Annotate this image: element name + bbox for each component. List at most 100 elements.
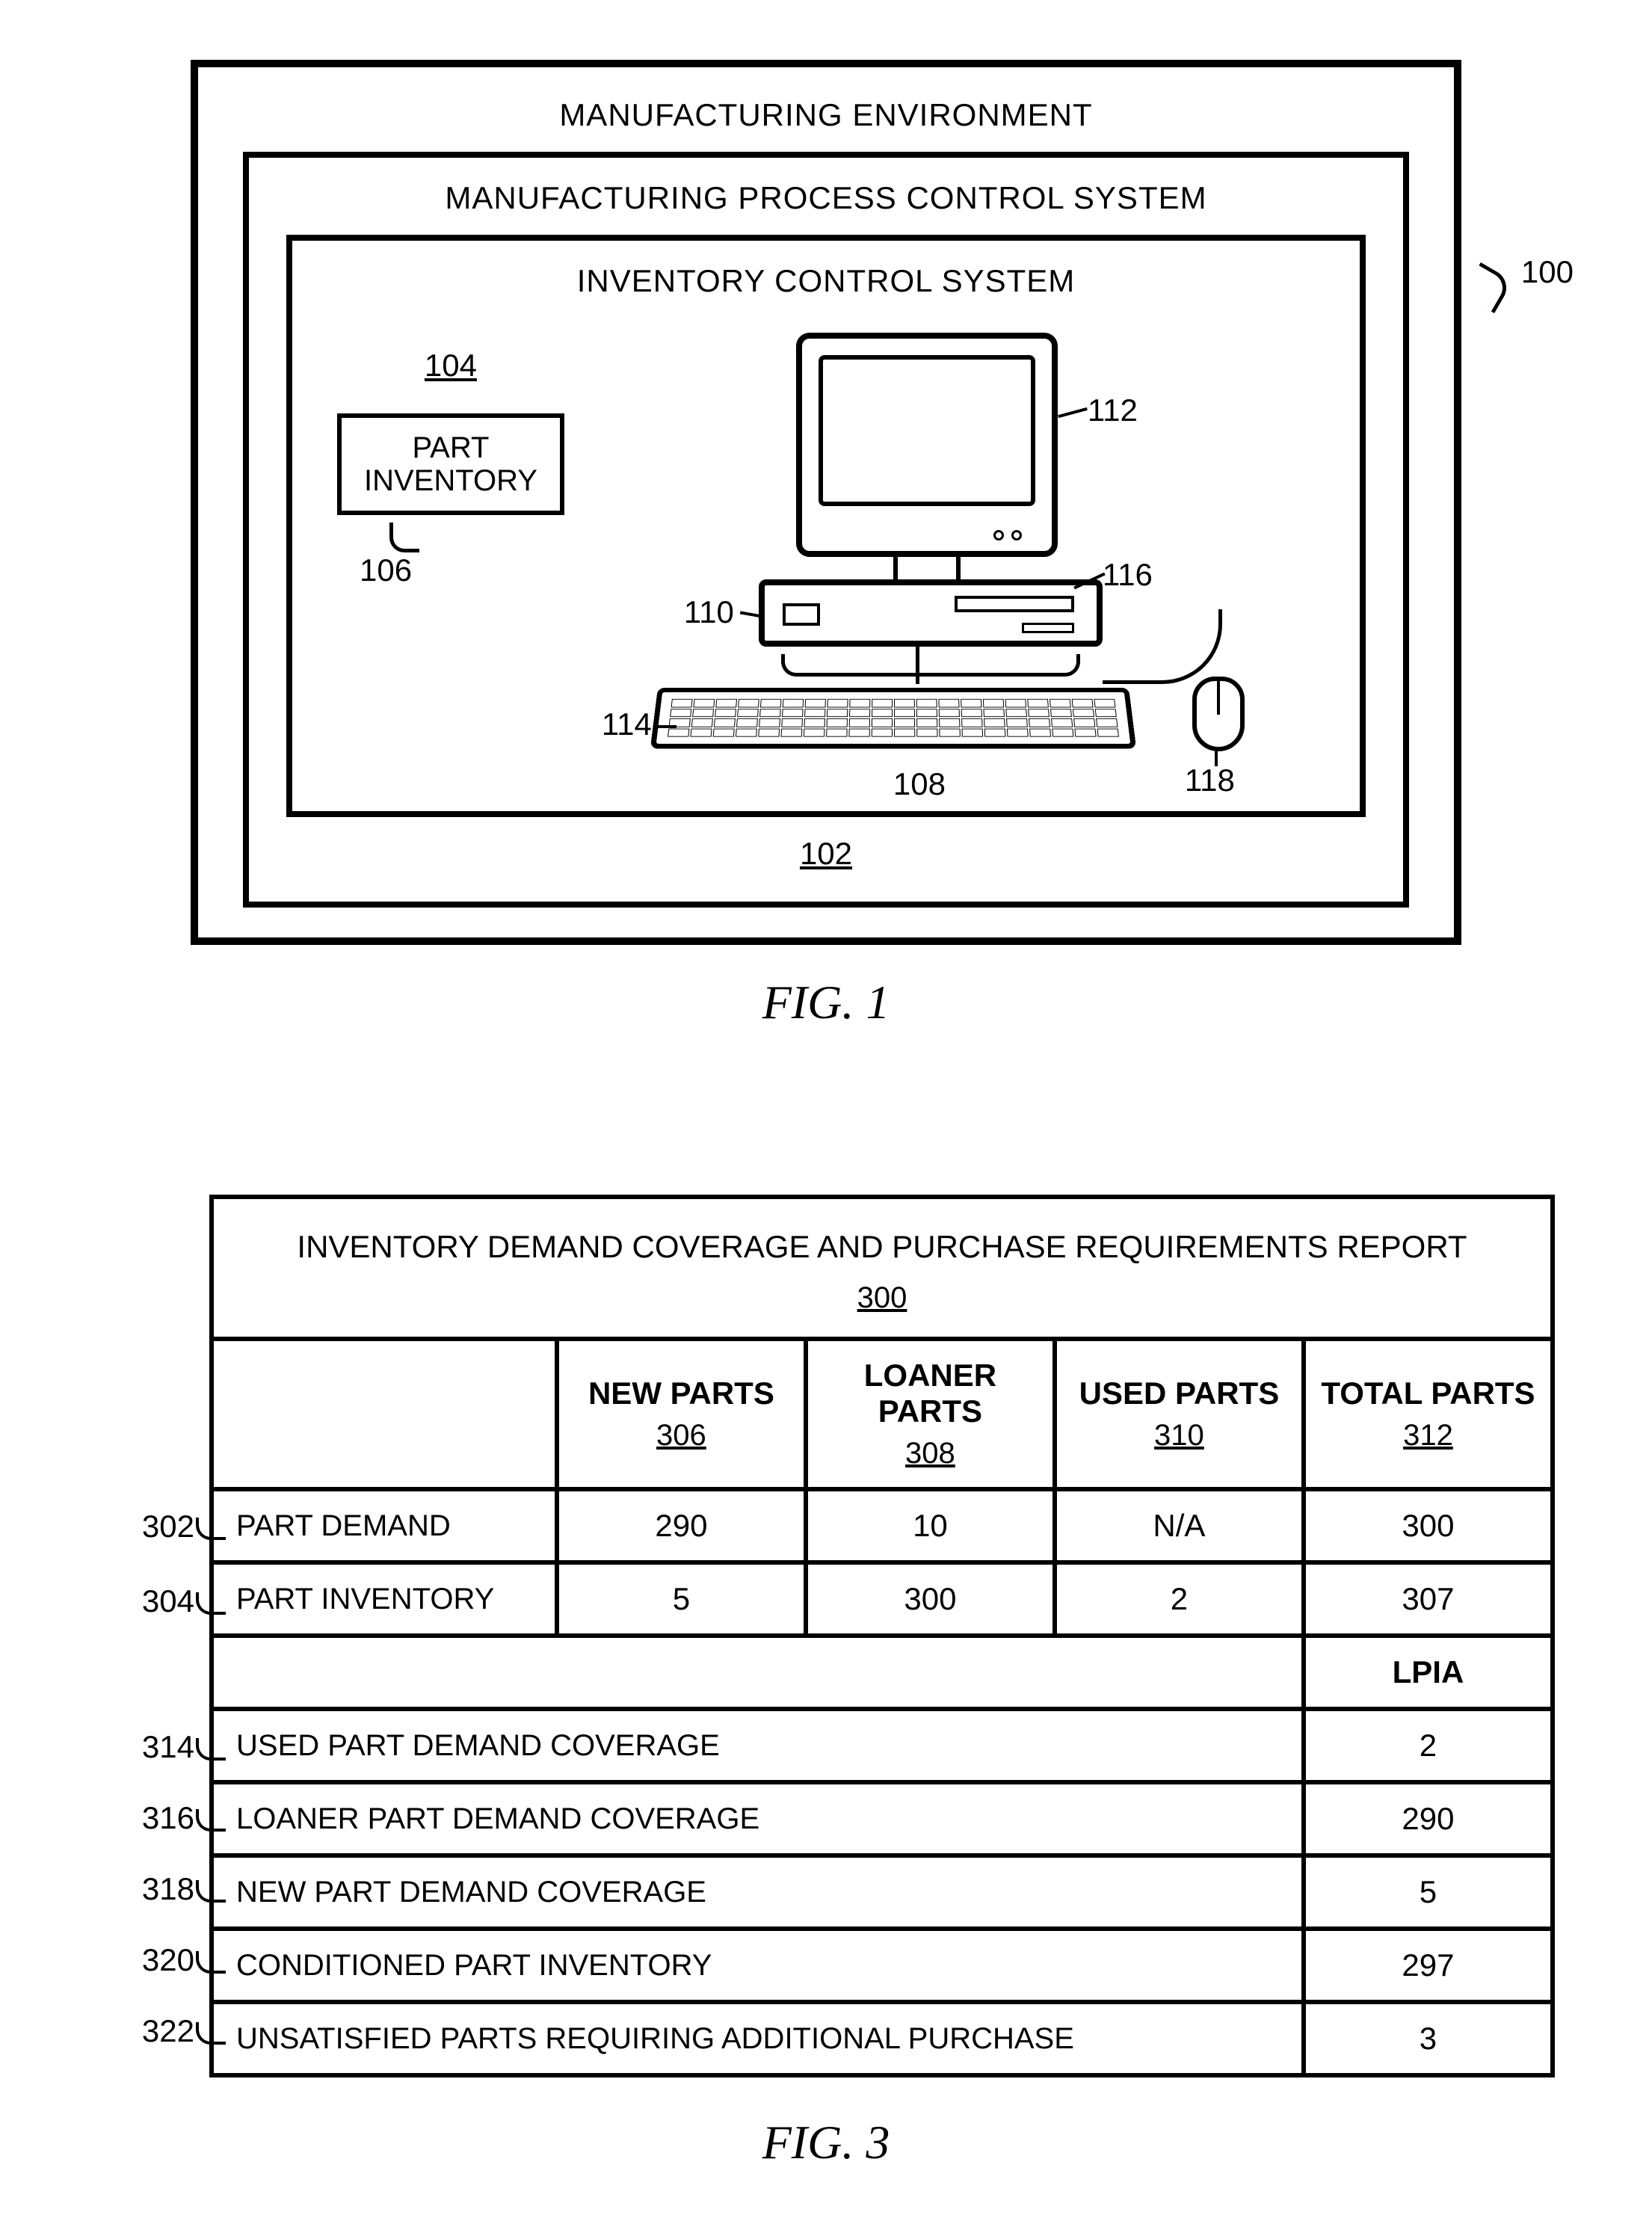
leader-114 xyxy=(654,725,676,728)
figure-3-caption: FIG. 3 xyxy=(97,2115,1555,2170)
ref-100: 100 xyxy=(1521,254,1574,290)
ref-308: 308 xyxy=(823,1437,1038,1470)
figure-1-caption: FIG. 1 xyxy=(191,975,1461,1030)
mouse-icon xyxy=(1192,677,1245,751)
leader-112 xyxy=(1058,407,1088,418)
col-used-parts: USED PARTS 310 xyxy=(1055,1339,1304,1489)
row-inventory-label: PART INVENTORY xyxy=(212,1562,557,1636)
monitor-icon xyxy=(796,333,1058,557)
title-row: INVENTORY DEMAND COVERAGE AND PURCHASE R… xyxy=(212,1197,1553,1339)
lpia-value-4: 3 xyxy=(1304,2002,1553,2075)
monitor-stand xyxy=(893,557,961,579)
ref-110: 110 xyxy=(684,594,734,630)
col-used-label: USED PARTS xyxy=(1079,1376,1280,1411)
ref-312: 312 xyxy=(1321,1419,1535,1453)
ref-114: 114 xyxy=(602,706,652,742)
ref-304: 304 xyxy=(142,1583,194,1618)
leader-320 xyxy=(196,1951,226,1974)
leader-318 xyxy=(196,1880,226,1903)
manufacturing-process-control-system-box: MANUFACTURING PROCESS CONTROL SYSTEM INV… xyxy=(243,152,1409,908)
ref-306: 306 xyxy=(574,1419,789,1453)
figure-3: INVENTORY DEMAND COVERAGE AND PURCHASE R… xyxy=(97,1195,1555,2170)
lpia-row-2: NEW PART DEMAND COVERAGE 5 xyxy=(212,1855,1553,1929)
ref-314: 314 xyxy=(142,1729,194,1764)
ics-title: INVENTORY CONTROL SYSTEM xyxy=(322,263,1330,299)
row-demand-label: PART DEMAND xyxy=(212,1489,557,1562)
computer-tower-icon xyxy=(759,579,1103,647)
ref-318: 318 xyxy=(142,1871,194,1906)
leader-302 xyxy=(196,1518,226,1540)
row-part-demand: PART DEMAND 290 10 N/A 300 xyxy=(212,1489,1553,1562)
computer-underbrace xyxy=(781,654,1080,677)
row-lpia-header: LPIA xyxy=(212,1636,1553,1709)
ref-106: 106 xyxy=(360,552,412,588)
lpia-row-3: CONDITIONED PART INVENTORY 297 xyxy=(212,1929,1553,2002)
inventory-used: 2 xyxy=(1055,1562,1304,1636)
ref-102: 102 xyxy=(286,836,1366,872)
lpia-row-0: USED PART DEMAND COVERAGE 2 xyxy=(212,1709,1553,1782)
manufacturing-environment-title: MANUFACTURING ENVIRONMENT xyxy=(243,97,1409,133)
inventory-report-table: INVENTORY DEMAND COVERAGE AND PURCHASE R… xyxy=(209,1195,1555,2077)
ref-310: 310 xyxy=(1072,1419,1286,1453)
demand-loaner: 10 xyxy=(806,1489,1055,1562)
leader-314 xyxy=(196,1738,226,1761)
mpcs-title: MANUFACTURING PROCESS CONTROL SYSTEM xyxy=(286,180,1366,216)
lpia-value-2: 5 xyxy=(1304,1855,1553,1929)
ref-322: 322 xyxy=(142,2013,194,2048)
lpia-row-1: LOANER PART DEMAND COVERAGE 290 xyxy=(212,1782,1553,1855)
inventory-total: 307 xyxy=(1304,1562,1553,1636)
inventory-new: 5 xyxy=(557,1562,806,1636)
blank-header xyxy=(212,1339,557,1489)
fig3-table-area: INVENTORY DEMAND COVERAGE AND PURCHASE R… xyxy=(209,1195,1555,2077)
ref-300: 300 xyxy=(857,1281,907,1314)
inventory-loaner: 300 xyxy=(806,1562,1055,1636)
part-inventory-line2: INVENTORY xyxy=(364,464,537,497)
lpia-label-1: LOANER PART DEMAND COVERAGE xyxy=(212,1782,1304,1855)
inventory-control-system-box: INVENTORY CONTROL SYSTEM 104 PART INVENT… xyxy=(286,235,1366,817)
ref-320: 320 xyxy=(142,1942,194,1977)
col-loaner-parts: LOANER PARTS 308 xyxy=(806,1339,1055,1489)
lpia-value-3: 297 xyxy=(1304,1929,1553,2002)
tower-button xyxy=(783,603,820,626)
monitor-screen xyxy=(819,355,1035,506)
lpia-value-0: 2 xyxy=(1304,1709,1553,1782)
computer-illustration: 112 116 110 114 108 118 xyxy=(609,333,1315,781)
col-new-label: NEW PARTS xyxy=(588,1376,774,1411)
column-header-row: NEW PARTS 306 LOANER PARTS 308 USED PART… xyxy=(212,1339,1553,1489)
keyboard-icon xyxy=(650,688,1136,749)
keyboard-keys xyxy=(668,699,1119,737)
lpia-label-0: USED PART DEMAND COVERAGE xyxy=(212,1709,1304,1782)
lpia-blank xyxy=(212,1636,1304,1709)
mouse-cable xyxy=(1103,609,1222,684)
tower-vent xyxy=(1022,623,1074,633)
lpia-label-2: NEW PART DEMAND COVERAGE xyxy=(212,1855,1304,1929)
leader-118 xyxy=(1215,751,1218,766)
report-title-cell: INVENTORY DEMAND COVERAGE AND PURCHASE R… xyxy=(212,1197,1553,1339)
col-total-label: TOTAL PARTS xyxy=(1321,1376,1535,1411)
leader-316 xyxy=(196,1809,226,1832)
leader-106 xyxy=(389,523,419,552)
leader-100 xyxy=(1462,262,1513,313)
col-new-parts: NEW PARTS 306 xyxy=(557,1339,806,1489)
ref-104: 104 xyxy=(337,348,564,384)
col-total-parts: TOTAL PARTS 312 xyxy=(1304,1339,1553,1489)
lpia-label-3: CONDITIONED PART INVENTORY xyxy=(212,1929,1304,2002)
leader-322 xyxy=(196,2022,226,2045)
demand-used: N/A xyxy=(1055,1489,1304,1562)
manufacturing-environment-box: MANUFACTURING ENVIRONMENT MANUFACTURING … xyxy=(191,60,1461,945)
col-loaner-label: LOANER PARTS xyxy=(864,1358,996,1429)
ref-108: 108 xyxy=(893,766,946,802)
tower-drive-slot xyxy=(955,596,1074,612)
ics-left-column: 104 PART INVENTORY 106 xyxy=(337,333,564,582)
ref-112: 112 xyxy=(1088,392,1138,428)
lpia-row-4: UNSATISFIED PARTS REQUIRING ADDITIONAL P… xyxy=(212,2002,1553,2075)
part-inventory-line1: PART xyxy=(412,431,489,464)
demand-new: 290 xyxy=(557,1489,806,1562)
monitor-knobs xyxy=(993,530,1022,540)
ref-316: 316 xyxy=(142,1800,194,1835)
leader-304 xyxy=(196,1592,226,1615)
row-part-inventory: PART INVENTORY 5 300 2 307 xyxy=(212,1562,1553,1636)
ref-116: 116 xyxy=(1103,557,1153,593)
figure-1: MANUFACTURING ENVIRONMENT MANUFACTURING … xyxy=(191,60,1461,1030)
lpia-value-1: 290 xyxy=(1304,1782,1553,1855)
